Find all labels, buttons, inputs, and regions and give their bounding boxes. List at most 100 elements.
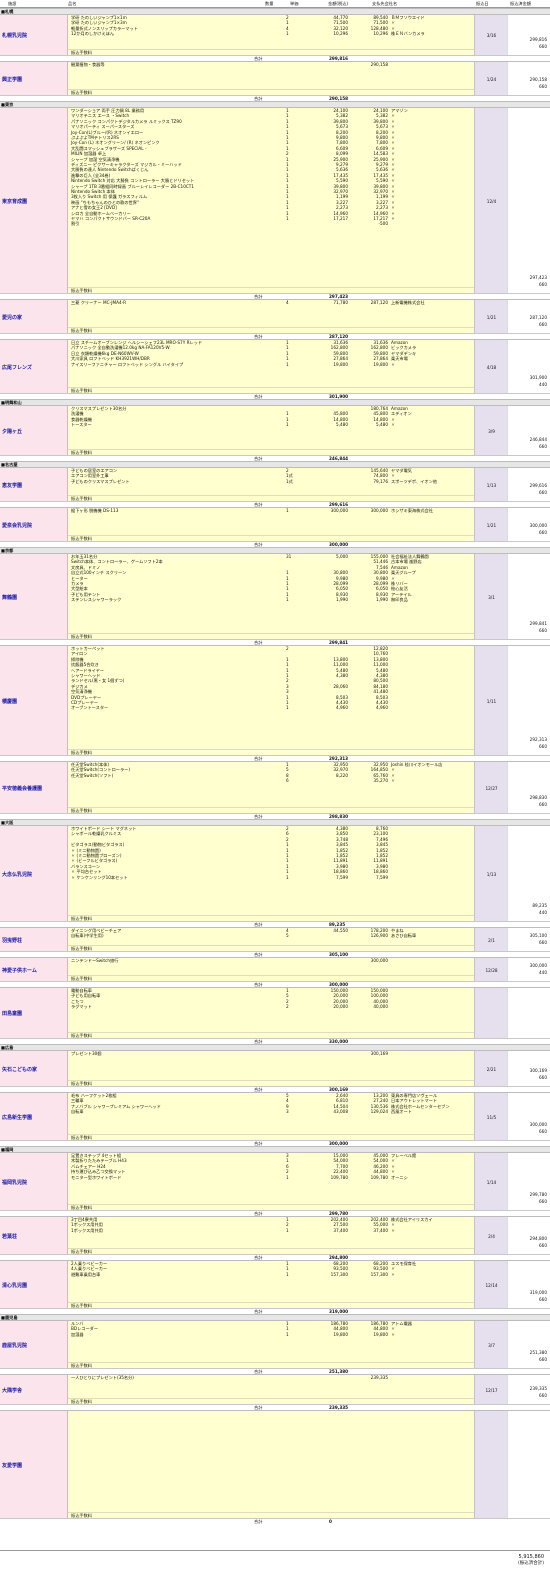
quantity: 1 (286, 597, 289, 603)
transferred-amount-value: 300,000 (529, 523, 547, 528)
quantity: 2 (286, 1169, 289, 1175)
quantity: 1 (286, 361, 289, 367)
facility-name[interactable]: 愛児の家 (0, 300, 68, 334)
item-name: 一人ひとりにプレゼント(35名分) (71, 1375, 134, 1380)
amount: 14,583 (373, 151, 388, 157)
transfer-date (474, 1411, 508, 1519)
facility-name[interactable]: 若葉荘 (0, 1217, 68, 1255)
facility-name[interactable]: 舞鶴園 (0, 554, 68, 640)
facility-name[interactable]: 清心乳児園 (0, 1261, 68, 1309)
quantity: 1 (286, 162, 289, 167)
amount: 145,640 (370, 468, 388, 473)
amount: 9,279 (376, 162, 388, 167)
quantity: 1 (286, 210, 289, 216)
facility-name[interactable]: 大隅学舎 (0, 1375, 68, 1405)
facility-name[interactable]: 福岡乳児院 (0, 1153, 68, 1211)
quantity: 2 (286, 1222, 289, 1228)
quantity: 1 (286, 1271, 289, 1277)
quantity: 1 (286, 842, 289, 848)
facility-name[interactable]: 友愛学園 (0, 1411, 68, 1519)
quantity: 1 (286, 853, 289, 858)
facility-name[interactable]: 愛泉会乳児院 (0, 508, 68, 542)
fee-value: 660 (539, 802, 547, 807)
amount: 23,100 (373, 831, 388, 837)
quantity: 1 (286, 178, 289, 184)
amount: 126,900 (370, 933, 388, 939)
facility-name[interactable]: 札幌乳児院 (0, 15, 68, 56)
item-row: プレゼント30個 300,169 (68, 1051, 474, 1057)
unit-price: 6,810 (336, 1098, 348, 1104)
facility-block: 神愛子供ホーム 12/28 300,000 440 ニンテンドーSwitch旅行 300,… (0, 957, 550, 988)
quantity: 1式 (286, 478, 293, 484)
amount: 11,000 (373, 662, 388, 668)
amount: 1,852 (376, 853, 388, 858)
quantity: 1 (286, 581, 289, 586)
facility-name[interactable]: 神愛子供ホーム (0, 958, 68, 982)
fee-value: 660 (539, 1243, 547, 1248)
facility-block: 大念仏乳児院 1/13 89,235 440 ホワイトボード シート マグネット 2 4,3… (0, 825, 550, 928)
facility-block: 友愛学園 振込手数料 合計 0 (0, 1410, 550, 1525)
amount: 157,300 (370, 1271, 388, 1277)
vendor: オーニシ (391, 1174, 408, 1180)
column-header: 施設 (8, 1, 17, 6)
quantity: 2 (286, 151, 289, 157)
quantity: 8 (286, 772, 289, 778)
unit-price: 4,380 (336, 826, 348, 831)
transferred-amount: 294,800 660 (507, 1217, 550, 1255)
amount: 24,100 (373, 108, 388, 113)
vendor: 〃 (391, 361, 396, 367)
transferred-amount: 287,120 660 (507, 300, 550, 334)
facility-name[interactable]: 鹿屋乳児院 (0, 1321, 68, 1369)
facility-block: 若葉荘 2/4 294,800 660 3丁目4寮共用 1 202,400 202,400 株式… (0, 1216, 550, 1261)
quantity: 1 (286, 411, 289, 417)
quantity: 1 (286, 858, 289, 864)
quantity: 1 (286, 135, 289, 140)
facility-name[interactable]: 夕陽ヶ丘 (0, 406, 68, 456)
amount: 164,850 (370, 767, 388, 773)
unit-price: 71,500 (333, 20, 348, 26)
item-row: オーブントースター 1 4,960 4,960 (68, 705, 474, 711)
transfer-date: 12/17 (474, 1375, 508, 1405)
facility-name[interactable]: 羽曳野荘 (0, 928, 68, 952)
quantity: 1 (286, 591, 289, 597)
quantity: 1 (286, 189, 289, 194)
amount: 300,169 (370, 1051, 388, 1056)
facility-name[interactable]: 恵友学園 (0, 468, 68, 502)
facility-name[interactable]: 積慶園 (0, 646, 68, 756)
quantity: 1 (286, 124, 289, 130)
facility-name[interactable]: 広尾フレンズ (0, 340, 68, 394)
unit-price: 19,800 (333, 1331, 348, 1337)
quantity: 2 (286, 15, 289, 20)
unit-price: 20,000 (333, 1004, 348, 1010)
transferred-amount: 251,380 660 (507, 1321, 550, 1369)
item-row: 避難車乗用台車 1 157,300 157,300 〃 (68, 1272, 474, 1278)
quantity: 1 (286, 1217, 289, 1222)
unit-price: 24,100 (333, 108, 348, 113)
unit-price: 6,050 (336, 586, 348, 592)
grand-total: 5,915,860 (振込済合計) (0, 1550, 550, 1578)
amount: 10,296 (373, 31, 388, 37)
unit-price: 39,800 (333, 118, 348, 124)
quantity: 1 (286, 140, 289, 146)
quantity: 6 (286, 1163, 289, 1169)
facility-name[interactable]: 大念仏乳児院 (0, 826, 68, 922)
transfer-date: 2/1 (474, 928, 508, 952)
facility-name[interactable]: 平安徳義会養護園 (0, 762, 68, 814)
facility-name[interactable]: 田島童園 (0, 988, 68, 1039)
facility-name[interactable]: 東京育成園 (0, 108, 68, 294)
unit-price: 25,900 (333, 156, 348, 162)
facility-name[interactable]: 矢石こどもの家 (0, 1051, 68, 1087)
transferred-amount: 300,000 660 (507, 1093, 550, 1141)
unit-price: 9,279 (336, 162, 348, 167)
quantity: 5 (286, 1093, 289, 1098)
quantity: 1 (286, 586, 289, 592)
quantity: 2 (286, 1004, 289, 1010)
facility-name[interactable]: 広島新生学園 (0, 1093, 68, 1141)
facility-name[interactable]: 興正学園 (0, 62, 68, 96)
amount: 290,158 (370, 62, 388, 67)
item-name: オーブントースター (71, 705, 109, 711)
amount: 32,970 (373, 189, 388, 194)
facility-block: 興正学園 1/24 290,158 660 観葉植物・食器等 290,158 振込手数料 合計… (0, 61, 550, 102)
facility-block: 田島童園 電動自転車 1 150,000 150,000 子ども用自転車 5 20,000 10… (0, 987, 550, 1045)
unit-price: 28,060 (333, 683, 348, 689)
